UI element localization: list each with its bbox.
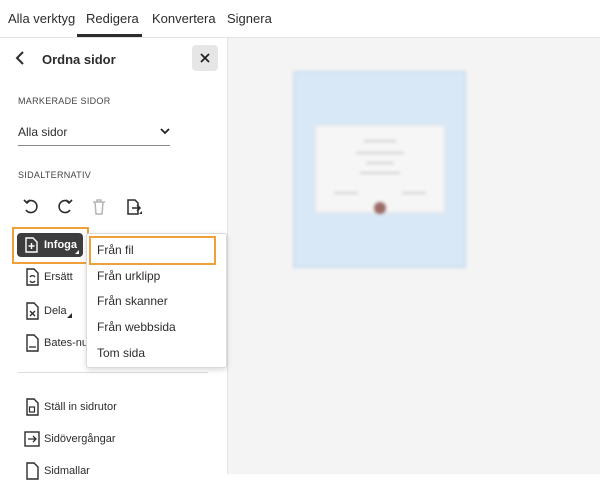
selected-pages-label: MARKERADE SIDOR bbox=[18, 96, 111, 106]
menu-item-from-clipboard[interactable]: Från urklipp bbox=[97, 269, 160, 283]
close-button[interactable] bbox=[192, 45, 218, 71]
page-templates-label: Sidmallar bbox=[44, 465, 90, 477]
top-navigation: Alla verktyg Redigera Konvertera Signera bbox=[0, 0, 600, 38]
menu-item-blank-page[interactable]: Tom sida bbox=[97, 346, 145, 360]
tab-redigera[interactable]: Redigera bbox=[86, 11, 139, 26]
menu-item-from-scanner[interactable]: Från skanner bbox=[97, 294, 168, 308]
insert-highlight bbox=[12, 227, 89, 264]
menu-item-from-web-page[interactable]: Från webbsida bbox=[97, 320, 176, 334]
split-label: Dela bbox=[44, 305, 67, 317]
divider bbox=[18, 372, 208, 373]
close-icon bbox=[200, 53, 210, 63]
bates-numbering-label: Bates-nu bbox=[44, 337, 89, 349]
page-boxes-label: Ställ in sidrutor bbox=[44, 401, 117, 413]
document-canvas bbox=[228, 38, 600, 474]
chevron-down-icon bbox=[160, 128, 170, 135]
replace-label: Ersätt bbox=[44, 271, 73, 283]
extract-page-icon[interactable] bbox=[124, 198, 142, 216]
replace-icon bbox=[26, 268, 39, 286]
selected-pages-dropdown[interactable]: Alla sidor bbox=[18, 121, 170, 146]
tab-alla-verktyg[interactable]: Alla verktyg bbox=[8, 11, 75, 26]
from-file-highlight bbox=[89, 236, 216, 265]
page-thumbnail[interactable] bbox=[293, 71, 466, 268]
certificate-preview bbox=[315, 125, 445, 214]
dropdown-triangle-icon bbox=[67, 313, 72, 318]
tab-signera[interactable]: Signera bbox=[227, 11, 272, 26]
split-icon bbox=[26, 302, 39, 320]
seal-image bbox=[374, 202, 386, 214]
page-transitions-icon bbox=[24, 431, 40, 447]
page-transitions-label: Sidövergångar bbox=[44, 433, 116, 445]
rotate-right-icon[interactable] bbox=[56, 198, 74, 216]
rotate-left-icon[interactable] bbox=[22, 198, 40, 216]
page-templates-icon bbox=[26, 462, 39, 480]
panel-title: Ordna sidor bbox=[42, 52, 116, 67]
active-tab-indicator bbox=[77, 34, 142, 37]
selected-pages-value: Alla sidor bbox=[18, 125, 68, 139]
page-options-label: SIDALTERNATIV bbox=[18, 170, 92, 180]
tab-konvertera[interactable]: Konvertera bbox=[152, 11, 216, 26]
back-arrow-icon[interactable] bbox=[14, 51, 28, 65]
page-boxes-icon bbox=[26, 398, 39, 416]
trash-icon[interactable] bbox=[90, 198, 108, 216]
bates-numbering-icon bbox=[26, 334, 39, 352]
